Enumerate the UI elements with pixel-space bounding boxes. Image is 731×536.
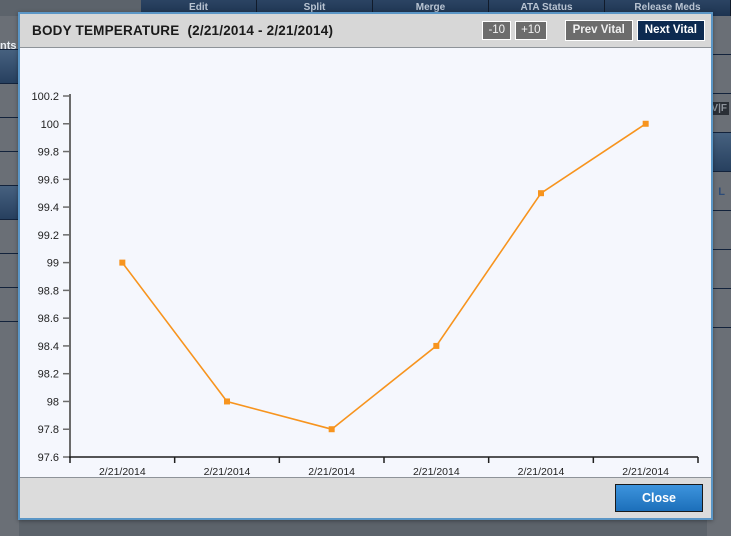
page-title: BODY TEMPERATURE (2/21/2014 - 2/21/2014) [32,23,333,38]
y-axis-tick-label: 98.2 [38,369,59,381]
chart-plot-background [20,48,711,488]
data-point[interactable] [538,190,544,197]
dialog-footer: Close [20,477,711,518]
step-up-button[interactable]: +10 [515,20,547,41]
background-left-nav-row[interactable] [0,186,19,220]
background-left-nav [0,16,19,536]
data-point[interactable] [328,426,335,433]
step-down-button[interactable]: -10 [482,20,512,41]
y-axis-tick-label: 99.4 [38,202,59,214]
close-button[interactable]: Close [614,484,703,512]
data-point[interactable] [642,120,649,127]
dialog-header: BODY TEMPERATURE (2/21/2014 - 2/21/2014) … [20,14,711,48]
y-axis-tick-label: 100.2 [31,91,59,103]
background-left-nav-row[interactable] [0,152,19,186]
background-left-nav-row[interactable] [0,50,19,84]
vital-name-label: BODY TEMPERATURE [32,23,180,38]
background-left-nav-row[interactable] [0,84,19,118]
y-axis-tick-label: 97.8 [38,424,59,436]
data-point[interactable] [433,342,440,349]
background-right-glyph-secondary: L [718,186,725,198]
background-left-nav-row[interactable] [0,254,19,288]
y-axis-tick-label: 98 [47,396,59,408]
y-axis-tick-label: 97.6 [38,452,59,464]
background-left-nav-row[interactable] [0,220,19,254]
background-left-nav-row[interactable] [0,288,19,322]
data-point[interactable] [119,259,126,266]
y-axis-tick-label: 100 [41,119,59,131]
y-axis-tick-label: 99.6 [38,174,59,186]
line-chart: 97.6 97.8 98 98.2 98.4 98.6 98.8 99 99.2 99.4 99.6… [20,48,711,488]
background-left-nav-row[interactable] [0,118,19,152]
header-actions: -10 +10 Prev Vital Next Vital [482,19,705,42]
chart-area: 97.6 97.8 98 98.2 98.4 98.6 98.8 99 99.2 99.4 99.6… [20,48,711,506]
y-axis-tick-label: 98.4 [38,341,59,353]
background-left-tab-label: nts [0,40,17,52]
y-axis-tick-label: 98.6 [38,313,59,325]
next-vital-button[interactable]: Next Vital [636,19,705,42]
y-axis-tick-label: 99.8 [38,147,59,159]
data-point[interactable] [224,398,230,405]
prev-vital-button[interactable]: Prev Vital [564,19,633,42]
y-axis-tick-label: 98.8 [38,285,59,297]
y-axis-tick-label: 99.2 [38,230,59,242]
date-range-label: (2/21/2014 - 2/21/2014) [187,23,334,38]
y-axis-tick-label: 99 [47,258,59,270]
vital-chart-dialog: BODY TEMPERATURE (2/21/2014 - 2/21/2014) … [18,12,713,520]
